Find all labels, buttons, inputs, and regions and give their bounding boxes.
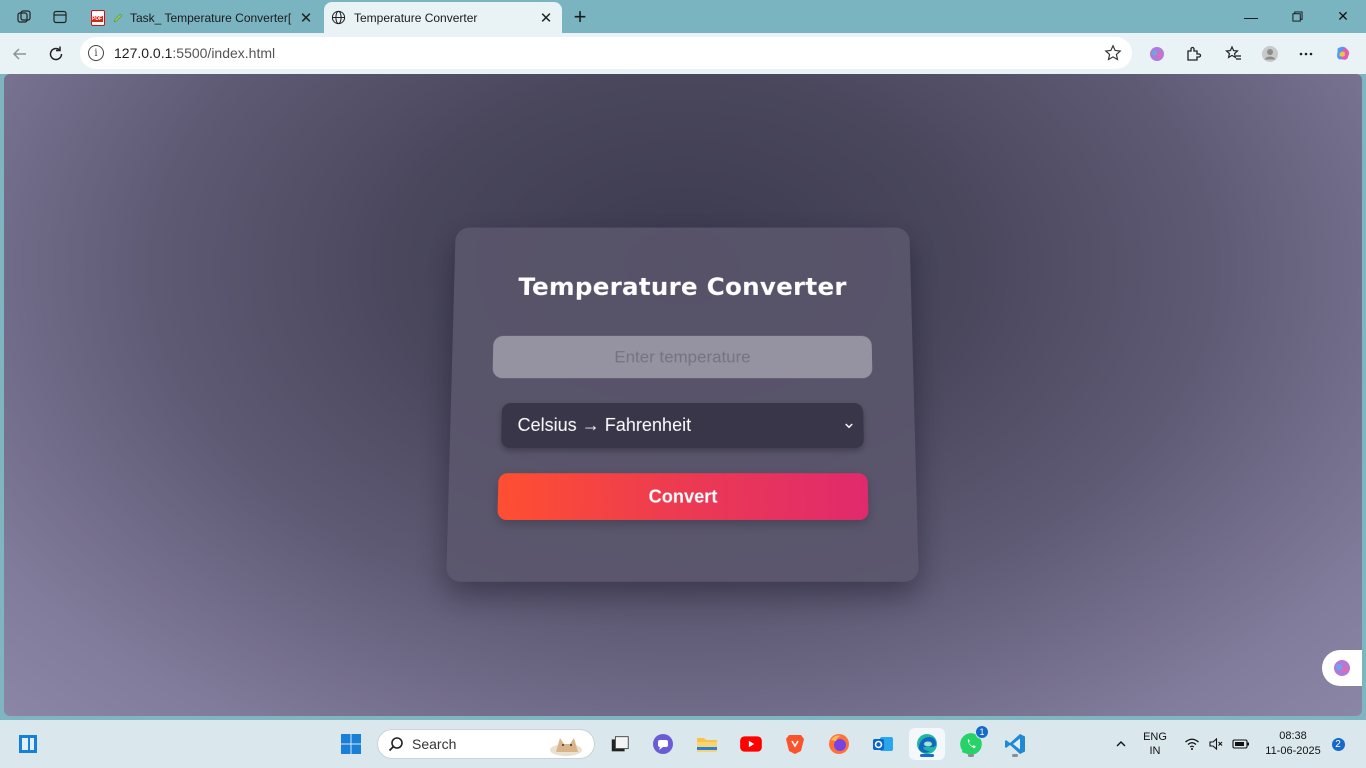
- address-bar[interactable]: i 127.0.0.1:5500/index.html: [80, 37, 1132, 69]
- copilot-icon[interactable]: [1328, 39, 1358, 69]
- search-icon: [388, 737, 403, 752]
- close-tab-icon[interactable]: ✕: [296, 8, 316, 28]
- taskbar-search[interactable]: Search: [377, 729, 595, 759]
- copilot-sidebar-icon[interactable]: [1322, 650, 1362, 686]
- running-app-indicator: [968, 754, 974, 757]
- url-text: 127.0.0.1:5500/index.html: [114, 45, 276, 61]
- tab-actions-icon[interactable]: [46, 4, 74, 30]
- conversion-select[interactable]: Celsius → Fahrenheit: [501, 402, 864, 448]
- tab-strip: Task_ Temperature Converter[ ✕ Temperatu…: [0, 0, 1366, 33]
- back-icon[interactable]: [5, 39, 35, 69]
- chevron-up-icon[interactable]: [1110, 720, 1132, 768]
- favorites-icon[interactable]: [1219, 39, 1249, 69]
- running-app-indicator: [1012, 754, 1018, 757]
- refresh-icon[interactable]: [41, 39, 71, 69]
- whatsapp-badge: 1: [975, 725, 989, 739]
- file-explorer-icon[interactable]: [691, 728, 723, 760]
- search-highlight-image: [550, 738, 582, 756]
- clock[interactable]: 08:38 11-06-2025: [1258, 720, 1328, 768]
- minimize-icon[interactable]: —: [1228, 0, 1274, 33]
- navigation-bar: i 127.0.0.1:5500/index.html: [0, 33, 1366, 74]
- battery-icon[interactable]: [1230, 720, 1252, 768]
- restore-icon[interactable]: [1274, 0, 1320, 33]
- new-tab-button[interactable]: +: [566, 4, 594, 30]
- language-indicator[interactable]: ENG IN: [1138, 720, 1172, 768]
- convert-button[interactable]: Convert: [497, 473, 869, 520]
- volume-muted-icon[interactable]: [1206, 720, 1226, 768]
- whatsapp-icon[interactable]: 1: [955, 725, 989, 760]
- copilot-extension-icon[interactable]: [1142, 39, 1172, 69]
- edge-icon[interactable]: [909, 728, 945, 760]
- profile-avatar[interactable]: [1255, 39, 1285, 69]
- brave-icon[interactable]: [779, 728, 811, 760]
- more-options-icon[interactable]: [1291, 39, 1321, 69]
- site-info-icon[interactable]: i: [88, 45, 104, 61]
- page-title: Temperature Converter: [518, 272, 847, 301]
- clock-date: 11-06-2025: [1265, 745, 1321, 757]
- favorite-star-icon[interactable]: [1102, 42, 1124, 64]
- tab-temperature-converter[interactable]: Temperature Converter ✕: [324, 2, 562, 33]
- workspaces-icon[interactable]: [10, 4, 38, 30]
- taskbar: Search 1 ENG IN 08:38 11-06-2025 2: [0, 720, 1366, 768]
- vscode-icon[interactable]: [999, 728, 1031, 760]
- tab-task-pdf[interactable]: Task_ Temperature Converter[ ✕: [84, 2, 322, 33]
- converter-card: Temperature Converter Celsius → Fahrenhe…: [446, 227, 919, 582]
- active-app-indicator: [920, 754, 934, 757]
- extensions-icon[interactable]: [1178, 39, 1208, 69]
- tab-title: Temperature Converter: [354, 10, 478, 25]
- page-viewport: Temperature Converter Celsius → Fahrenhe…: [4, 74, 1362, 716]
- globe-icon: [330, 10, 346, 26]
- conversion-select-value: Celsius → Fahrenheit: [517, 414, 692, 435]
- widgets-icon[interactable]: [12, 728, 44, 760]
- task-view-icon[interactable]: [604, 728, 636, 760]
- clock-time: 08:38: [1279, 730, 1307, 742]
- pencil-icon: [110, 10, 126, 26]
- notifications-button[interactable]: 2: [1330, 720, 1346, 768]
- close-tab-icon[interactable]: ✕: [536, 8, 556, 28]
- chevron-down-icon: [841, 418, 855, 432]
- start-icon[interactable]: [335, 728, 367, 760]
- pdf-icon: [90, 9, 106, 26]
- wifi-icon[interactable]: [1182, 720, 1202, 768]
- search-label: Search: [412, 736, 457, 752]
- tab-title: Task_ Temperature Converter[: [130, 10, 292, 25]
- notification-badge: 2: [1330, 736, 1346, 752]
- firefox-icon[interactable]: [823, 728, 855, 760]
- temperature-input[interactable]: [492, 335, 873, 379]
- outlook-icon[interactable]: [867, 728, 899, 760]
- teams-chat-icon[interactable]: [647, 728, 679, 760]
- youtube-icon[interactable]: [735, 728, 767, 760]
- close-window-icon[interactable]: ✕: [1320, 0, 1366, 33]
